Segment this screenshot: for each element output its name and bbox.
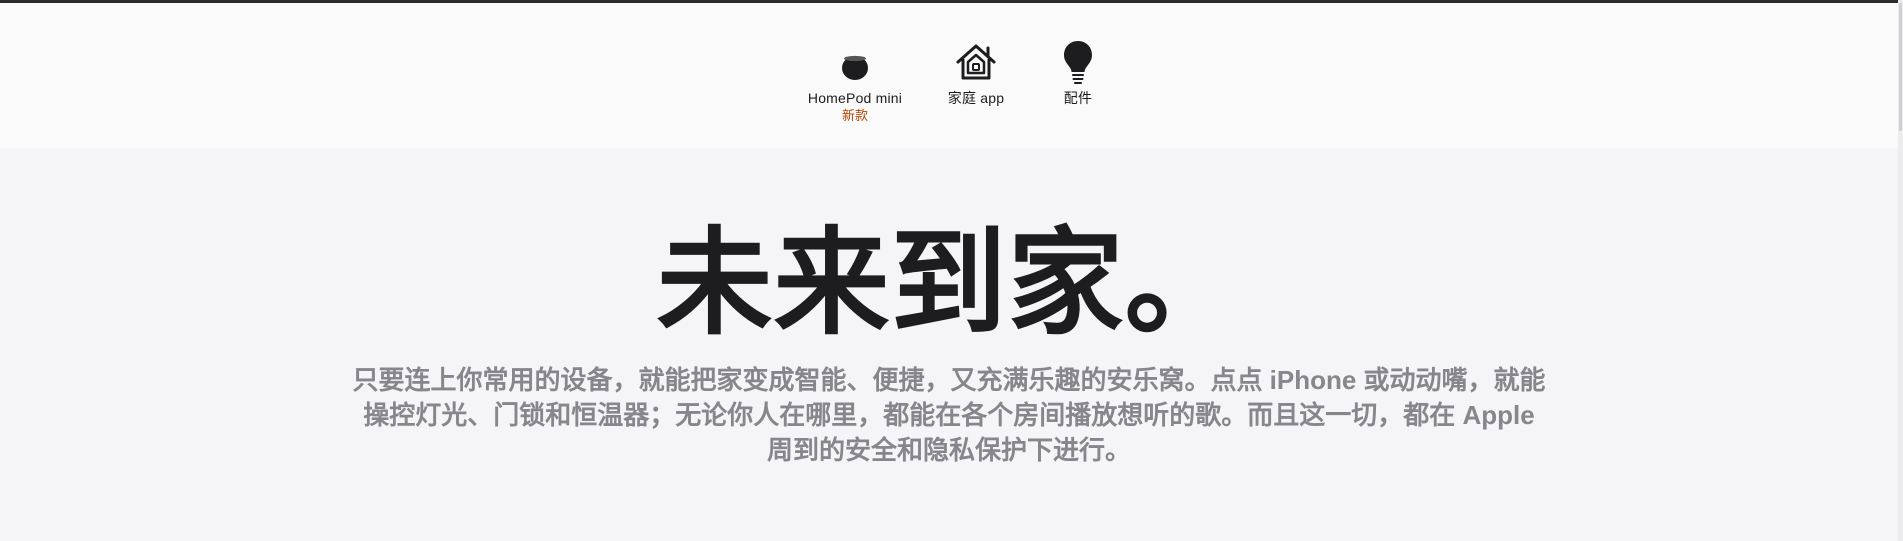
new-badge: 新款 — [841, 108, 868, 123]
hero-section: 未来到家。 只要连上你常用的设备，就能把家变成智能、便捷，又充满乐趣的安乐窝。点… — [0, 148, 1898, 541]
lightbulb-icon — [1064, 41, 1092, 84]
chapter-nav-accessories[interactable]: 配件 — [1018, 37, 1138, 107]
home-app-icon — [956, 44, 996, 80]
hero-headline: 未来到家。 — [656, 218, 1242, 348]
chapter-nav: HomePod mini 新款 家庭 app 配件 — [0, 3, 1898, 148]
chapter-nav-label: HomePod mini — [807, 90, 903, 106]
hero-intro-text: 只要连上你常用的设备，就能把家变成智能、便捷，又充满乐趣的安乐窝。点点 iPho… — [352, 365, 1546, 465]
chapter-nav-label: 配件 — [1063, 90, 1093, 106]
homepod-mini-icon — [842, 55, 868, 80]
scrollbar-thumb[interactable] — [1899, 3, 1902, 131]
chapter-nav-homepod-mini[interactable]: HomePod mini 新款 — [795, 37, 915, 124]
